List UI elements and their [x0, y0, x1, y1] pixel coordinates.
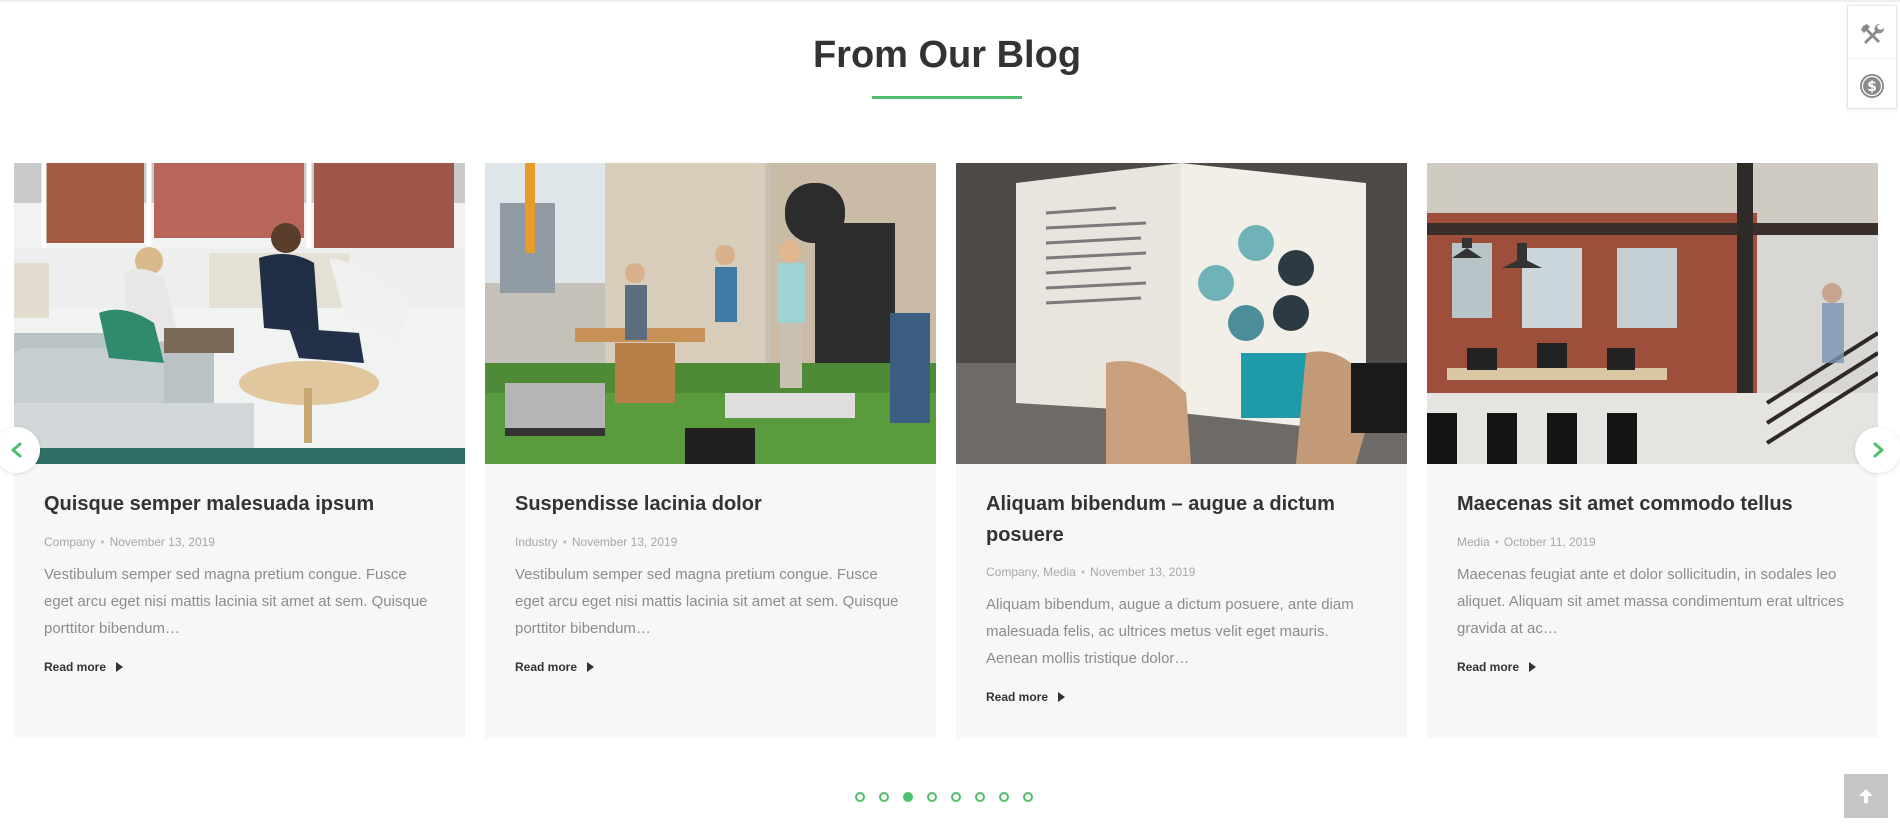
chevron-left-icon	[11, 442, 22, 458]
caret-right-icon	[116, 662, 124, 672]
read-more-link[interactable]: Read more	[1457, 660, 1537, 674]
post-date[interactable]: October 11, 2019	[1504, 535, 1596, 549]
blog-card: Quisque semper malesuada ipsum Company • N…	[14, 163, 465, 738]
carousel-dot[interactable]	[879, 792, 889, 802]
blog-card: Aliquam bibendum – augue a dictum posuer…	[956, 163, 1407, 738]
read-more-label: Read more	[1457, 660, 1520, 674]
post-date[interactable]: November 13, 2019	[110, 535, 215, 549]
top-border	[0, 0, 1900, 2]
read-more-link[interactable]: Read more	[44, 660, 124, 674]
dollar-icon: $	[1860, 74, 1884, 98]
tools-icon	[1861, 23, 1885, 44]
post-image-loft-office[interactable]	[1427, 163, 1878, 464]
post-title[interactable]: Aliquam bibendum – augue a dictum posuer…	[986, 489, 1381, 551]
meta-separator: •	[1494, 535, 1499, 549]
caret-right-icon	[1058, 692, 1066, 702]
carousel-pagination	[855, 792, 1033, 802]
post-categories[interactable]: Media	[1457, 535, 1490, 549]
carousel-dot[interactable]	[975, 792, 985, 802]
blog-card: Suspendisse lacinia dolor Industry • Novem…	[485, 163, 936, 738]
carousel-dot[interactable]	[927, 792, 937, 802]
post-excerpt: Vestibulum semper sed magna pretium cong…	[44, 566, 428, 637]
post-meta: Industry • November 13, 2019	[515, 534, 910, 550]
post-categories[interactable]: Company, Media	[986, 565, 1076, 579]
read-more-link[interactable]: Read more	[515, 660, 595, 674]
caret-right-icon	[587, 662, 595, 672]
meta-separator: •	[100, 535, 105, 549]
arrow-up-icon	[1859, 789, 1873, 803]
post-categories[interactable]: Industry	[515, 535, 558, 549]
tools-button[interactable]	[1848, 10, 1896, 59]
section-title: From Our Blog	[812, 34, 1082, 76]
read-more-label: Read more	[986, 690, 1049, 704]
meta-separator: •	[562, 535, 567, 549]
carousel-dot[interactable]	[951, 792, 961, 802]
read-more-label: Read more	[515, 660, 578, 674]
carousel-next-button[interactable]	[1855, 427, 1900, 473]
post-excerpt: Vestibulum semper sed magna pretium cong…	[515, 566, 899, 637]
post-categories[interactable]: Company	[44, 535, 95, 549]
post-meta: Media • October 11, 2019	[1457, 534, 1852, 550]
read-more-link[interactable]: Read more	[986, 690, 1066, 704]
post-title[interactable]: Maecenas sit amet commodo tellus	[1457, 489, 1852, 520]
purchase-button[interactable]: $	[1848, 62, 1896, 110]
post-image-rooftop-terrace[interactable]	[485, 163, 936, 464]
title-underline	[872, 96, 1022, 99]
post-date[interactable]: November 13, 2019	[1090, 565, 1195, 579]
carousel-dot[interactable]	[855, 792, 865, 802]
post-title[interactable]: Quisque semper malesuada ipsum	[44, 489, 439, 520]
post-excerpt: Aliquam bibendum, augue a dictum posuere…	[986, 596, 1354, 667]
read-more-label: Read more	[44, 660, 107, 674]
post-excerpt: Maecenas feugiat ante et dolor sollicitu…	[1457, 566, 1844, 637]
post-title[interactable]: Suspendisse lacinia dolor	[515, 489, 910, 520]
carousel-dot[interactable]	[1023, 792, 1033, 802]
post-image-magazine[interactable]	[956, 163, 1407, 464]
side-toolbar: $	[1847, 5, 1897, 109]
caret-right-icon	[1529, 662, 1537, 672]
post-date[interactable]: November 13, 2019	[572, 535, 677, 549]
post-meta: Company, Media • November 13, 2019	[986, 564, 1381, 580]
blog-card: Maecenas sit amet commodo tellus Media • O…	[1427, 163, 1878, 738]
carousel-dot[interactable]	[903, 792, 913, 802]
blog-carousel: Quisque semper malesuada ipsum Company • N…	[14, 163, 1878, 738]
back-to-top-button[interactable]	[1844, 774, 1888, 818]
chevron-right-icon	[1873, 442, 1884, 458]
carousel-dot[interactable]	[999, 792, 1009, 802]
post-meta: Company • November 13, 2019	[44, 534, 439, 550]
svg-text:$: $	[1867, 79, 1877, 95]
post-image-office-lounge[interactable]	[14, 163, 465, 464]
meta-separator: •	[1080, 565, 1086, 579]
